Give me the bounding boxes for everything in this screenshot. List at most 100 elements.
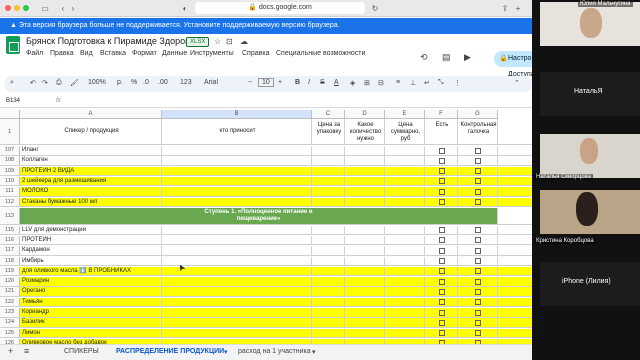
menu-item[interactable]: Вид [80,50,93,57]
privacy-shield-icon[interactable]: ◐ [180,3,190,13]
undo-icon[interactable]: ↶ [30,79,36,87]
table-cell[interactable] [345,225,385,235]
row-number[interactable]: 115 [0,225,20,235]
checkbox[interactable] [475,258,481,264]
table-cell[interactable] [498,266,532,276]
table-cell[interactable] [312,187,345,196]
table-cell[interactable] [345,318,385,327]
table-cell[interactable] [458,187,498,196]
cloud-status-icon[interactable]: ☁ [240,37,248,46]
table-cell[interactable] [312,197,345,206]
checkbox[interactable] [475,237,481,244]
participant-tile[interactable]: Юлия Мальчугина [540,1,640,46]
table-cell[interactable] [345,246,385,255]
table-cell[interactable] [498,308,532,317]
checkbox[interactable] [438,299,445,306]
table-cell[interactable] [385,256,425,265]
table-cell[interactable] [162,328,312,338]
table-cell[interactable] [385,187,425,196]
column-header[interactable]: A [20,110,162,119]
row-number[interactable]: 123 [0,308,20,317]
table-cell[interactable] [458,328,498,338]
checkbox[interactable] [475,157,481,164]
table-cell[interactable] [425,166,458,176]
table-cell[interactable]: LLV для демонстрации [20,225,162,235]
table-cell[interactable] [345,297,385,307]
table-cell[interactable] [162,146,312,155]
table-cell[interactable] [162,235,312,245]
add-sheet-button[interactable]: + [8,346,13,356]
star-icon[interactable]: ☆ [214,37,221,46]
table-cell[interactable] [425,308,458,317]
table-cell[interactable]: Кориандр [20,308,162,317]
table-cell[interactable] [162,197,312,206]
strikethrough-button[interactable]: S [320,79,325,86]
tab-product-distribution[interactable]: РАСПРЕДЕЛЕНИЕ ПРОДУКЦИИ [116,348,224,355]
table-cell[interactable] [312,256,345,265]
menu-item[interactable]: Файл [26,50,43,57]
checkbox[interactable] [438,157,445,164]
checkbox[interactable] [438,178,445,185]
paint-format-icon[interactable]: 🖌 [70,79,79,87]
table-cell[interactable] [312,287,345,296]
table-cell[interactable] [312,166,345,176]
checkbox[interactable] [475,188,481,195]
table-cell[interactable] [458,246,498,255]
table-cell[interactable]: Коллаген [20,156,162,165]
checkbox[interactable] [475,247,481,254]
row-number[interactable]: 111 [0,187,20,196]
table-cell[interactable] [345,235,385,245]
checkbox[interactable] [438,309,445,316]
participant-tile[interactable]: Наталья Скворцова [534,134,640,180]
header-cell[interactable]: Цена суммарно, руб [385,119,425,144]
table-cell[interactable] [385,197,425,206]
align-vertical-icon[interactable]: ⊥ [410,79,416,87]
history-icon[interactable]: ⟲ [420,52,428,63]
header-cell[interactable]: Контрольная галочка [458,119,498,144]
menu-item[interactable]: Формат [132,50,157,57]
back-icon[interactable]: ‹ [58,3,68,13]
table-cell[interactable]: Стаканы бумажные 100 мл [20,197,162,206]
table-cell[interactable] [385,235,425,245]
header-cell[interactable]: Есть [425,119,458,144]
table-cell[interactable] [162,277,312,286]
row-number[interactable]: 117 [0,246,20,255]
table-cell[interactable] [425,328,458,338]
more-formats-button[interactable]: 123 [180,79,192,86]
table-cell[interactable] [385,246,425,255]
table-cell[interactable] [345,287,385,296]
table-cell[interactable] [458,287,498,296]
menu-item[interactable]: Инструменты [190,50,234,57]
column-header[interactable]: C [312,110,345,119]
checkbox[interactable] [475,168,481,175]
table-cell[interactable] [385,176,425,186]
currency-format-button[interactable]: р. [117,79,123,86]
tab-speakers[interactable]: СПИКЕРЫ [64,348,99,355]
checkbox[interactable] [438,319,445,326]
table-cell[interactable] [385,166,425,176]
increase-decimal-button[interactable]: .00 [158,79,168,86]
borders-icon[interactable]: ⊞ [364,79,370,87]
checkbox[interactable] [438,237,445,244]
table-cell[interactable] [425,297,458,307]
text-wrap-icon[interactable]: ↵ [424,79,430,87]
table-cell[interactable] [312,318,345,327]
table-cell[interactable] [458,197,498,206]
minimize-window-icon[interactable] [14,5,20,11]
checkbox[interactable] [438,247,445,254]
table-cell[interactable] [458,266,498,276]
font-size-increase-icon[interactable]: + [278,79,282,86]
row-number[interactable]: 109 [0,166,20,176]
table-cell[interactable] [425,266,458,276]
table-cell[interactable]: Кардамон [20,246,162,255]
column-header[interactable]: G [458,110,498,119]
row-number[interactable]: 116 [0,235,20,245]
table-cell[interactable] [345,328,385,338]
table-cell[interactable] [385,277,425,286]
tab-expense-per-participant[interactable]: расход на 1 участника [238,348,311,355]
new-tab-icon[interactable]: + [513,3,523,13]
table-cell[interactable] [162,225,312,235]
row-number[interactable]: 118 [0,256,20,265]
table-cell[interactable] [385,328,425,338]
table-cell[interactable] [498,328,532,338]
